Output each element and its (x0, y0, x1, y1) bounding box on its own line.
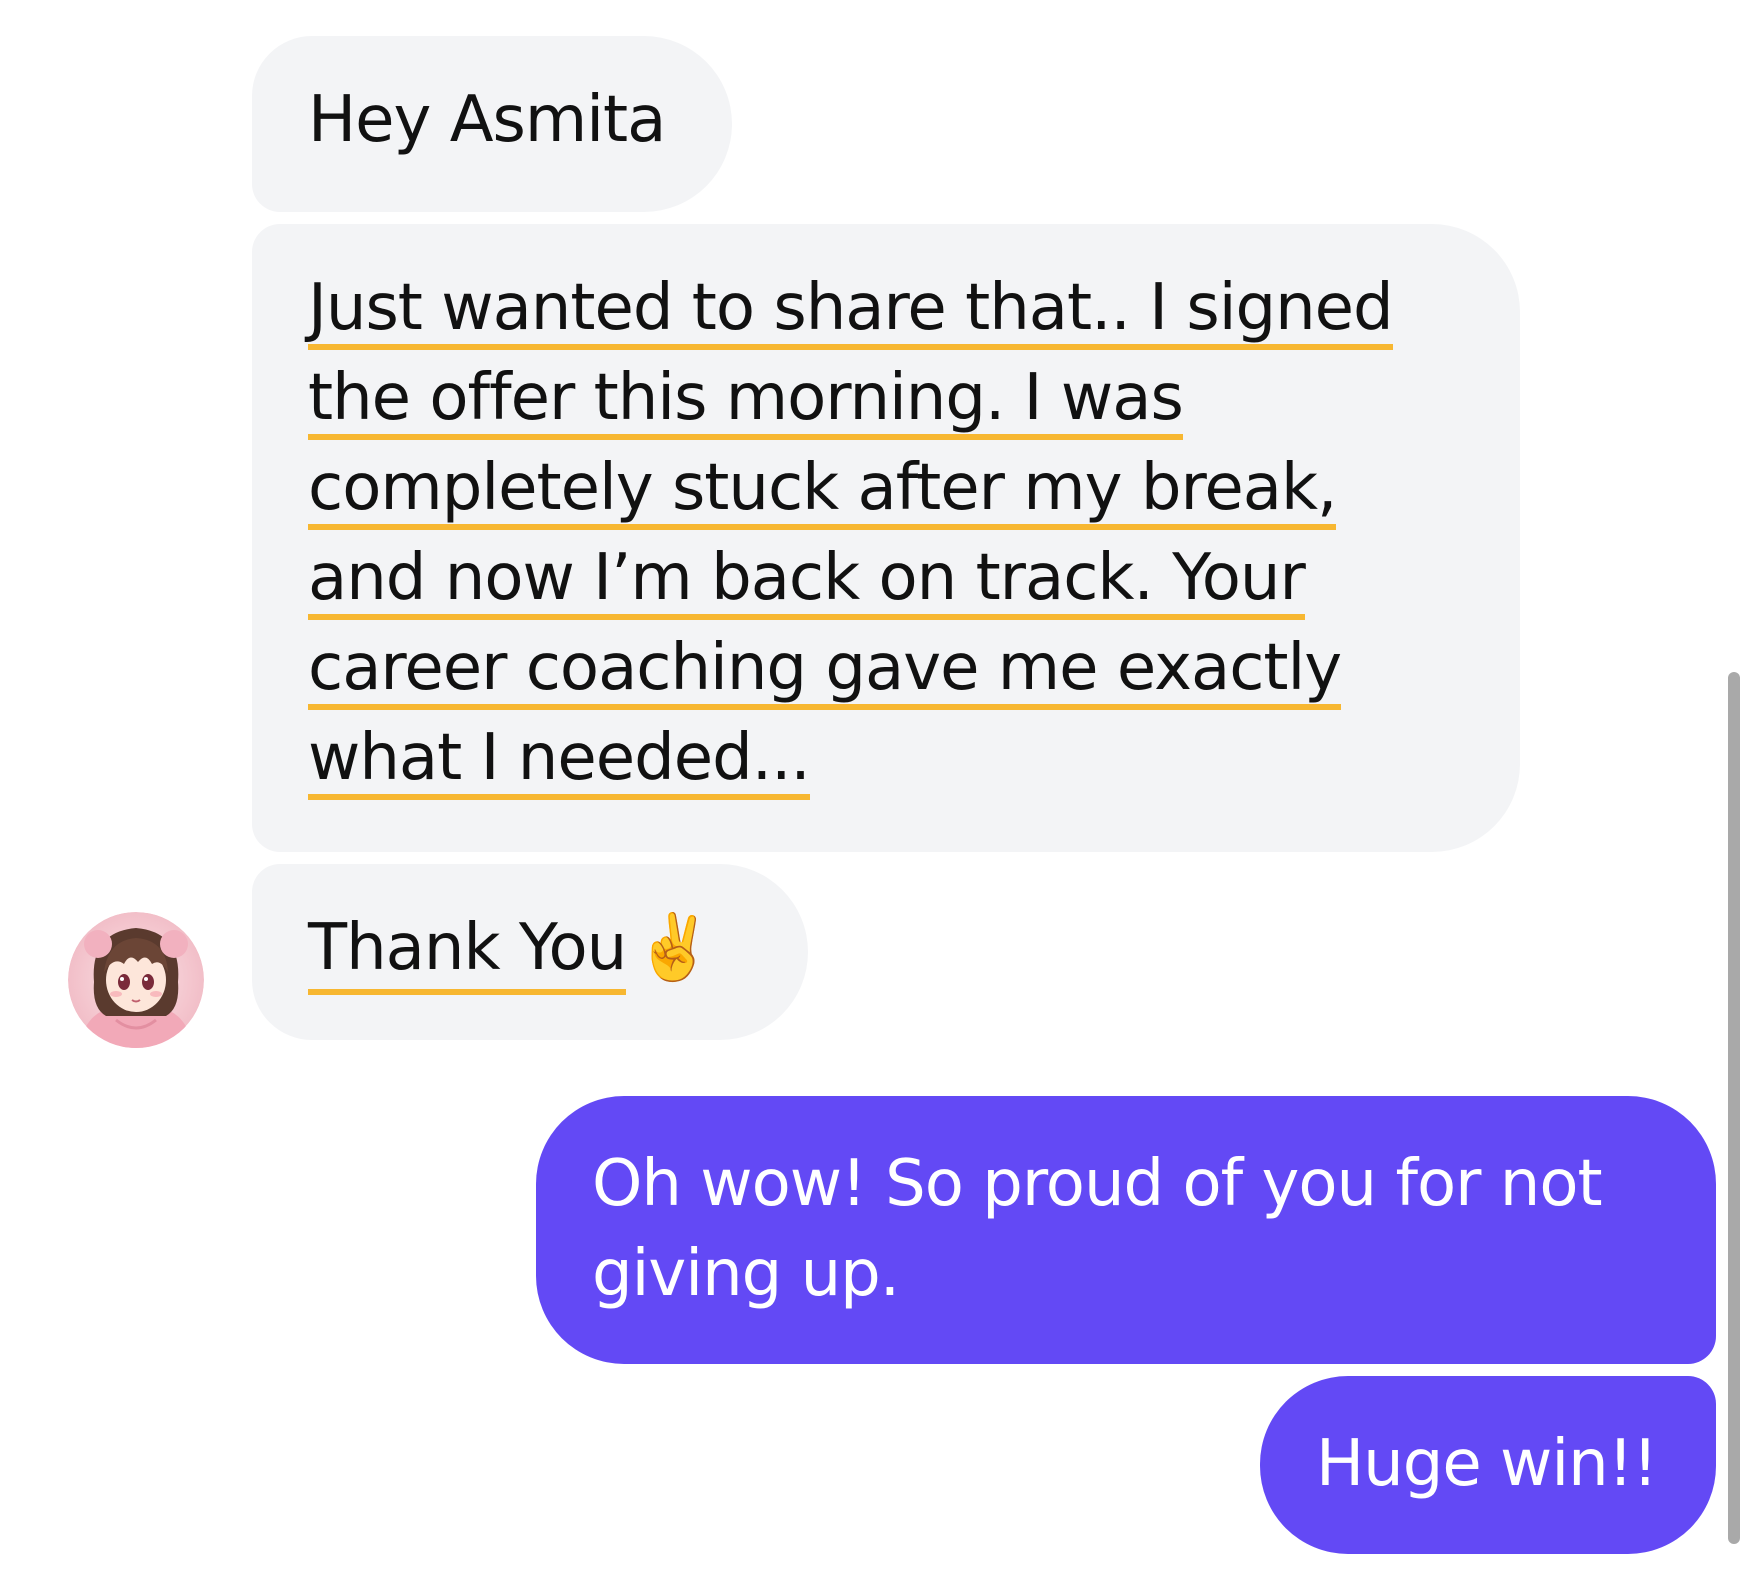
message-text-line: and now I’m back on track. Your (308, 546, 1306, 620)
message-text: Thank You (308, 911, 627, 995)
victory-hand-icon: ✌️ (634, 911, 714, 985)
message-text-line: career coaching gave me exactly (308, 636, 1342, 710)
message-text-row: Thank You ✌️ (308, 911, 714, 995)
message-bubble-outgoing[interactable]: Oh wow! So proud of you for not giving u… (536, 1096, 1716, 1364)
anime-girl-avatar-icon (68, 912, 204, 1048)
contact-avatar[interactable] (68, 912, 204, 1048)
message-text-line: Oh wow! So proud of you for not (592, 1147, 1603, 1221)
message-text: Huge win!! (1316, 1427, 1658, 1501)
scrollbar[interactable] (1728, 672, 1740, 1544)
message-text-line: the offer this morning. I was (308, 366, 1184, 440)
message-text-line: giving up. (592, 1237, 900, 1311)
message-bubble-incoming[interactable]: Just wanted to share that.. I signed the… (252, 224, 1520, 852)
message-bubble-incoming[interactable]: Hey Asmita (252, 36, 732, 212)
chat-thread: Hey Asmita Just wanted to share that.. I… (0, 0, 1755, 1589)
message-text-line: what I needed... (308, 726, 811, 800)
message-bubble-incoming[interactable]: Thank You ✌️ (252, 864, 808, 1040)
message-bubble-outgoing[interactable]: Huge win!! (1260, 1376, 1716, 1554)
message-text: Hey Asmita (308, 83, 666, 157)
message-text-line: Just wanted to share that.. I signed (308, 276, 1394, 350)
message-text-line: completely stuck after my break, (308, 456, 1337, 530)
